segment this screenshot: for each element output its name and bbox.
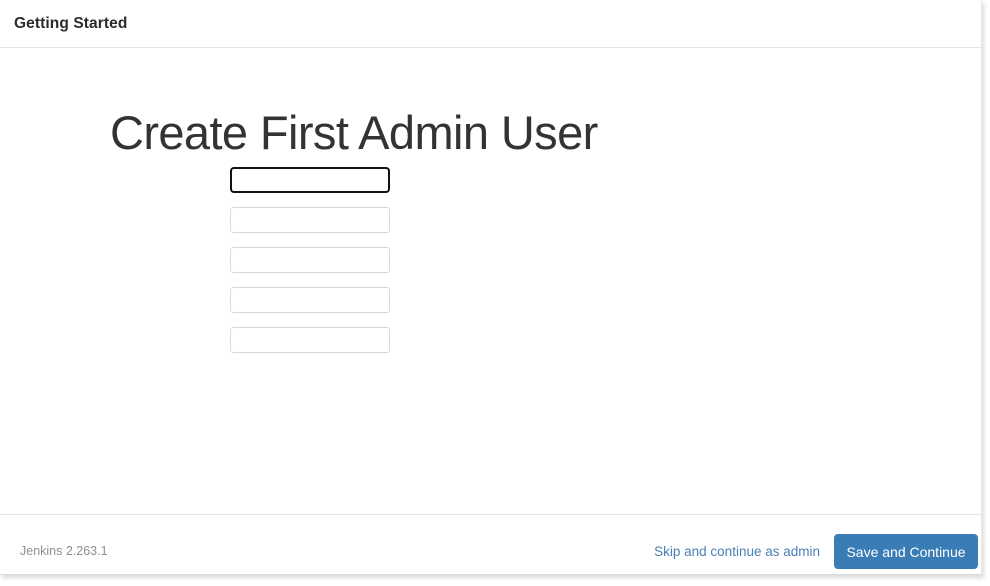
- confirm-password-input[interactable]: [230, 247, 390, 273]
- page-footer: Jenkins 2.263.1 Skip and continue as adm…: [0, 514, 982, 574]
- form-row-username: ユーザー名:: [0, 167, 600, 207]
- admin-user-form: ユーザー名: パスワード: パスワードの確認: フルネーム: メールアドレス:: [0, 167, 600, 367]
- form-row-fullname: フルネーム:: [0, 287, 600, 327]
- setup-card: Getting Started Create First Admin User …: [0, 0, 982, 575]
- password-input[interactable]: [230, 207, 390, 233]
- page-body: Create First Admin User ユーザー名: パスワード: パス…: [0, 49, 982, 514]
- email-input[interactable]: [230, 327, 390, 353]
- fullname-input[interactable]: [230, 287, 390, 313]
- form-row-confirm-password: パスワードの確認:: [0, 247, 600, 287]
- form-row-password: パスワード:: [0, 207, 600, 247]
- jenkins-setup-page: Getting Started Create First Admin User …: [0, 0, 990, 586]
- skip-and-continue-link[interactable]: Skip and continue as admin: [654, 544, 820, 559]
- page-header: Getting Started: [0, 0, 982, 48]
- username-input[interactable]: [230, 167, 390, 193]
- save-and-continue-button[interactable]: Save and Continue: [834, 534, 978, 569]
- main-heading: Create First Admin User: [110, 106, 598, 159]
- jenkins-version-label: Jenkins 2.263.1: [20, 544, 108, 558]
- page-title: Getting Started: [14, 15, 128, 32]
- form-row-email: メールアドレス:: [0, 327, 600, 367]
